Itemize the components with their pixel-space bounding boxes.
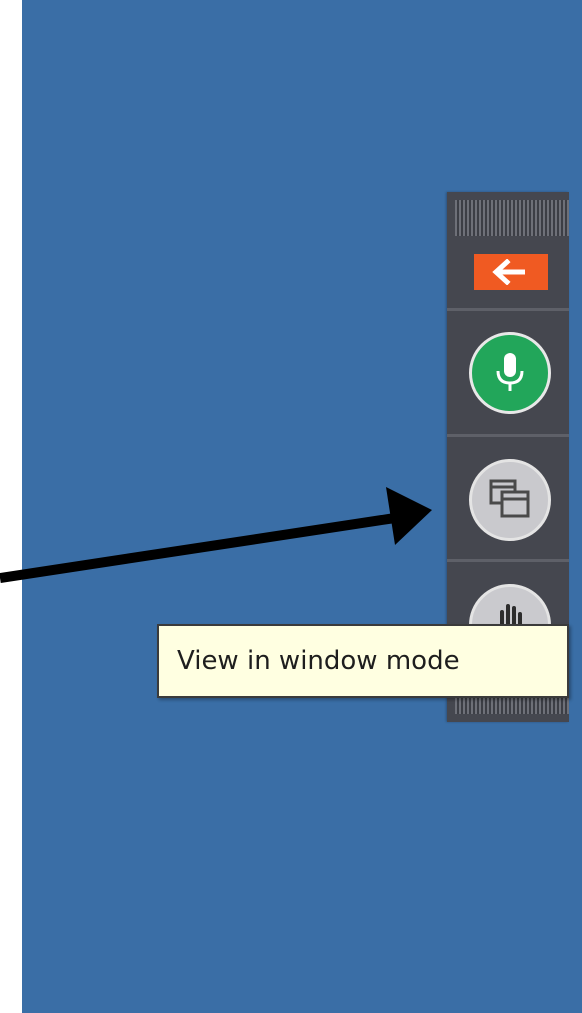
toolbar-divider xyxy=(447,434,569,437)
microphone-icon xyxy=(496,353,524,391)
microphone-button[interactable] xyxy=(469,332,551,414)
toolbar-divider xyxy=(447,559,569,562)
toolbar-drag-handle[interactable] xyxy=(455,200,569,236)
arrow-left-icon xyxy=(492,259,525,285)
back-button[interactable] xyxy=(474,254,548,290)
window-mode-button[interactable] xyxy=(469,459,551,541)
toolbar-divider xyxy=(447,308,569,311)
tooltip-text: View in window mode xyxy=(177,646,460,676)
tooltip: View in window mode xyxy=(157,624,569,698)
window-mode-icon xyxy=(489,479,530,518)
screenshot-stage: View in window mode xyxy=(0,0,582,1013)
